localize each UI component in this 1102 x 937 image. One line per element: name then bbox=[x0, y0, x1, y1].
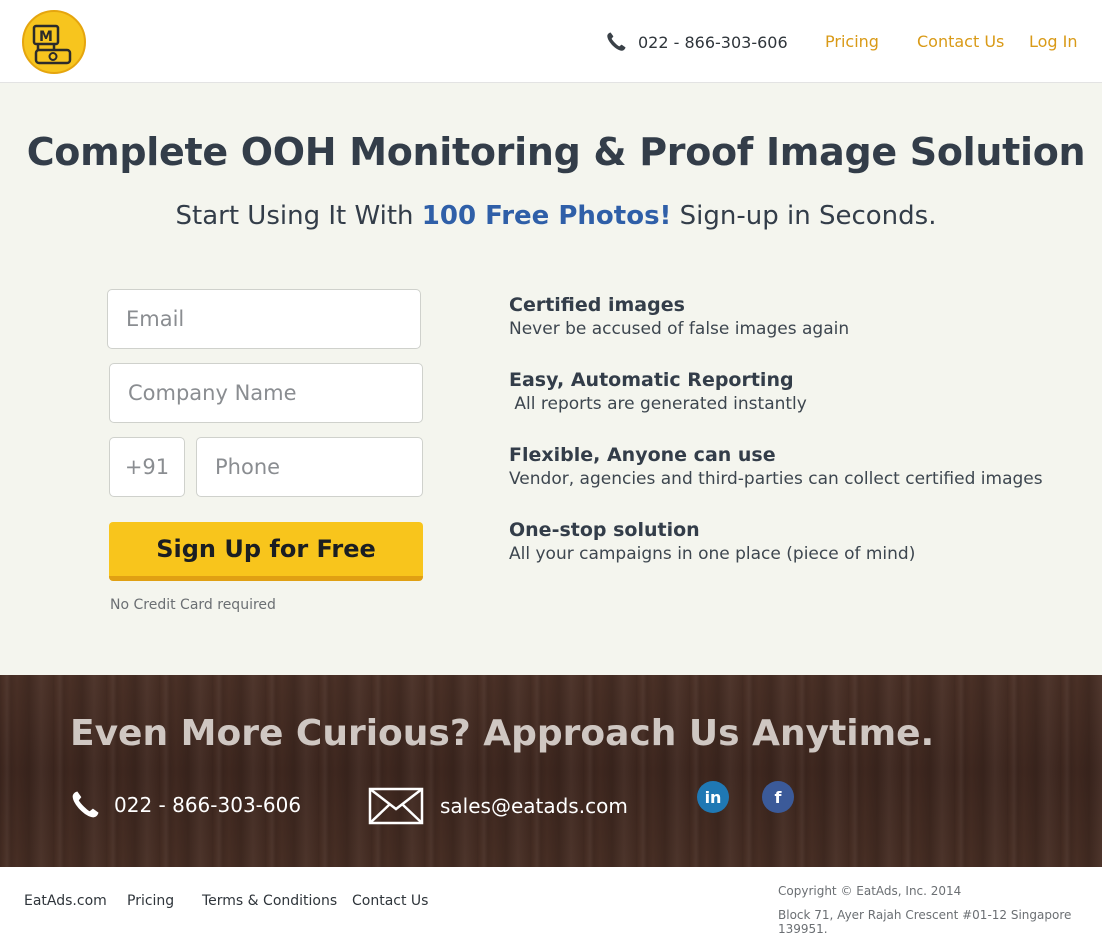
address-text: Block 71, Ayer Rajah Crescent #01-12 Sin… bbox=[778, 908, 1072, 936]
header-phone-number: 022 - 866-303-606 bbox=[638, 32, 788, 52]
contact-phone: 022 - 866-303-606 bbox=[68, 788, 301, 822]
site-footer: EatAds.com Pricing Terms & Conditions Co… bbox=[0, 867, 1102, 937]
envelope-icon bbox=[368, 787, 424, 825]
hero-subtitle-highlight: 100 Free Photos! bbox=[421, 201, 672, 231]
facebook-icon[interactable]: f bbox=[762, 781, 794, 813]
feature-item: One-stop solution All your campaigns in … bbox=[509, 519, 915, 564]
feature-description: All your campaigns in one place (piece o… bbox=[509, 544, 916, 564]
footer-link-contact[interactable]: Contact Us bbox=[352, 893, 428, 909]
no-credit-card-note: No Credit Card required bbox=[110, 597, 276, 613]
sign-up-button[interactable]: Sign Up for Free bbox=[109, 522, 423, 581]
email-field[interactable] bbox=[107, 289, 421, 349]
linkedin-icon[interactable]: in bbox=[697, 781, 729, 813]
footer-link-terms[interactable]: Terms & Conditions bbox=[202, 893, 337, 909]
feature-item: Flexible, Anyone can use Vendor, agencie… bbox=[509, 444, 1043, 489]
feature-title: One-stop solution bbox=[509, 519, 700, 541]
header-phone: 022 - 866-303-606 bbox=[604, 30, 788, 54]
logo-letter: M bbox=[39, 29, 53, 45]
hero-section: Complete OOH Monitoring & Proof Image So… bbox=[0, 83, 1102, 675]
feature-title: Certified images bbox=[509, 294, 685, 316]
logo[interactable]: M bbox=[22, 10, 86, 74]
facebook-icon-label: f bbox=[774, 787, 782, 807]
hero-subtitle-prefix: Start Using It With bbox=[175, 201, 422, 231]
phone-icon bbox=[72, 791, 99, 818]
feature-item: Easy, Automatic Reporting All reports ar… bbox=[509, 369, 807, 414]
feature-description: Vendor, agencies and third-parties can c… bbox=[509, 469, 1043, 489]
phone-icon bbox=[607, 32, 626, 51]
country-code-select[interactable]: +91 bbox=[109, 437, 185, 497]
site-header: M 022 - 866-303-606 Pricing Contact Us L… bbox=[0, 0, 1102, 83]
feature-title: Flexible, Anyone can use bbox=[509, 444, 776, 466]
nav-login-link[interactable]: Log In bbox=[1029, 32, 1078, 51]
company-name-field[interactable] bbox=[109, 363, 423, 423]
contact-banner: Even More Curious? Approach Us Anytime. … bbox=[0, 675, 1102, 867]
phone-field[interactable] bbox=[196, 437, 423, 497]
nav-contact-link[interactable]: Contact Us bbox=[917, 32, 1004, 51]
camera-logo-icon: M bbox=[32, 24, 72, 65]
feature-description: All reports are generated instantly bbox=[509, 394, 807, 414]
footer-link-eatads[interactable]: EatAds.com bbox=[24, 893, 107, 909]
hero-subtitle: Start Using It With 100 Free Photos! Sig… bbox=[0, 201, 1102, 231]
feature-item: Certified images Never be accused of fal… bbox=[509, 294, 849, 339]
hero-title: Complete OOH Monitoring & Proof Image So… bbox=[26, 130, 1086, 174]
contact-banner-title: Even More Curious? Approach Us Anytime. bbox=[70, 713, 935, 754]
feature-title: Easy, Automatic Reporting bbox=[509, 369, 794, 391]
linkedin-icon-label: in bbox=[704, 787, 722, 807]
feature-description: Never be accused of false images again bbox=[509, 319, 850, 339]
copyright-text: Copyright © EatAds, Inc. 2014 bbox=[778, 884, 962, 898]
contact-phone-number: 022 - 866-303-606 bbox=[114, 793, 302, 817]
hero-subtitle-suffix: Sign-up in Seconds. bbox=[671, 201, 937, 231]
contact-email[interactable]: sales@eatads.com bbox=[368, 787, 628, 825]
contact-email-address: sales@eatads.com bbox=[440, 794, 628, 818]
nav-pricing-link[interactable]: Pricing bbox=[825, 32, 879, 51]
footer-link-pricing[interactable]: Pricing bbox=[127, 893, 174, 909]
